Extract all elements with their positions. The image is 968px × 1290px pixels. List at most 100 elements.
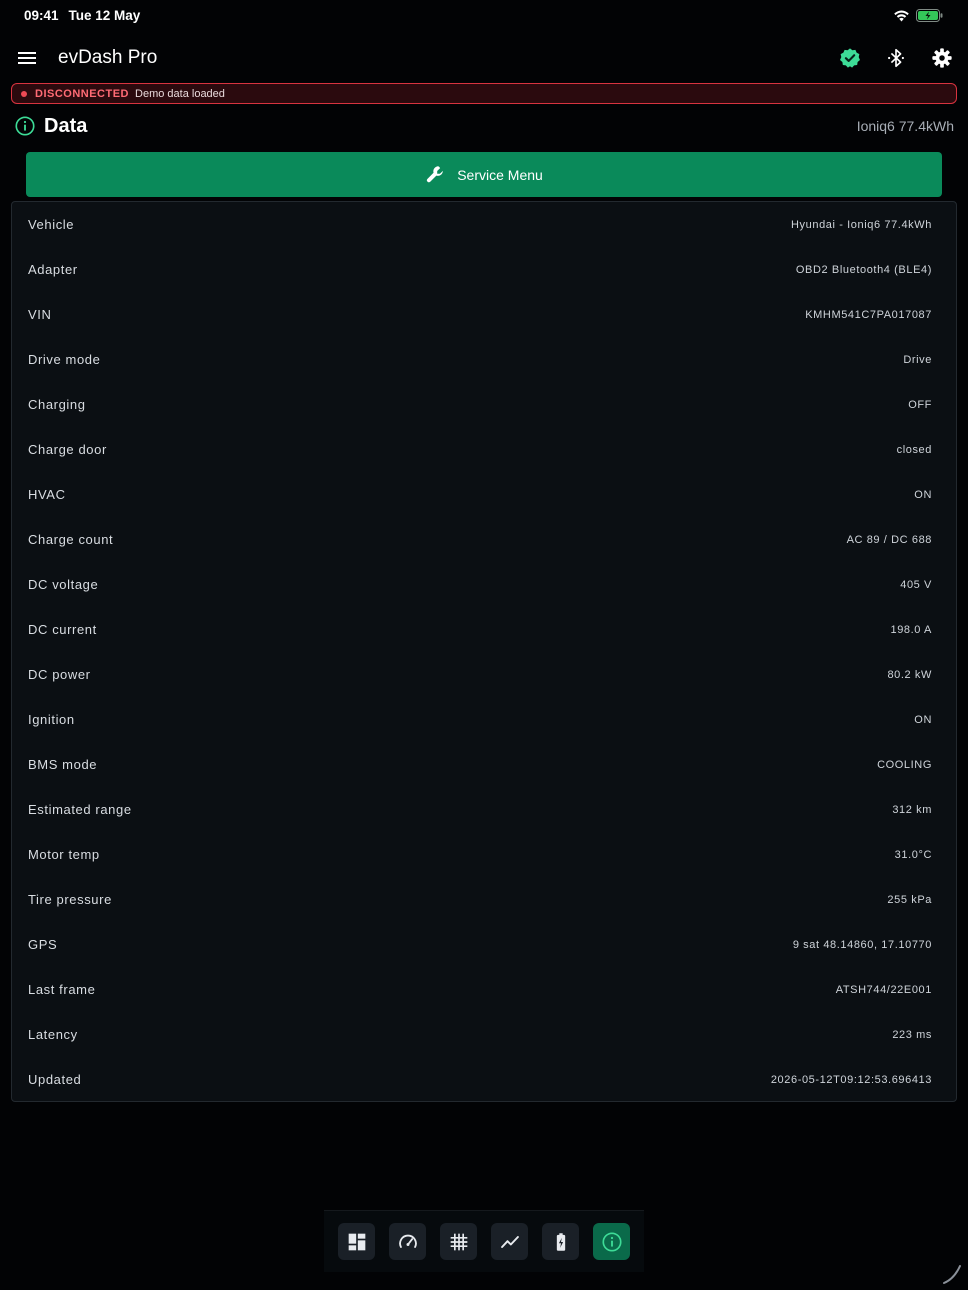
row-label: BMS mode bbox=[28, 757, 98, 772]
data-row: Last frame ATSH744/22E001 bbox=[12, 967, 956, 1012]
dashboard-icon bbox=[348, 1233, 365, 1250]
row-label: Updated bbox=[28, 1072, 82, 1087]
row-label: Last frame bbox=[28, 982, 96, 997]
row-label: Charging bbox=[28, 397, 86, 412]
data-row: Vehicle Hyundai - Ioniq6 77.4kWh bbox=[12, 202, 956, 247]
row-label: DC power bbox=[28, 667, 91, 682]
verified-badge-icon bbox=[840, 48, 860, 68]
menu-icon bbox=[18, 52, 36, 64]
speedometer-icon bbox=[398, 1234, 417, 1248]
row-label: Motor temp bbox=[28, 847, 100, 862]
status-bar: 09:41 Tue 12 May bbox=[0, 0, 968, 30]
row-value: closed bbox=[896, 443, 932, 456]
connection-banner: DISCONNECTED Demo data loaded bbox=[11, 83, 957, 104]
nav-grid[interactable] bbox=[440, 1223, 477, 1260]
data-row: Charging OFF bbox=[12, 382, 956, 427]
row-value: 312 km bbox=[892, 803, 932, 816]
nav-chart[interactable] bbox=[491, 1223, 528, 1260]
row-label: Charge count bbox=[28, 532, 114, 547]
data-row: Charge door closed bbox=[12, 427, 956, 472]
row-value: ATSH744/22E001 bbox=[835, 983, 932, 996]
row-value: 255 kPa bbox=[887, 893, 932, 906]
nav-dashboard[interactable] bbox=[338, 1223, 375, 1260]
row-value: 405 V bbox=[900, 578, 932, 591]
data-row: VIN KMHM541C7PA017087 bbox=[12, 292, 956, 337]
bluetooth-button[interactable] bbox=[884, 46, 908, 70]
data-row: DC current 198.0 A bbox=[12, 607, 956, 652]
info-icon bbox=[601, 1231, 622, 1252]
app-header: evDash Pro bbox=[0, 38, 968, 78]
section-header: Data Ioniq6 77.4kWh bbox=[14, 113, 954, 139]
status-date: Tue 12 May bbox=[68, 7, 141, 23]
data-card: Vehicle Hyundai - Ioniq6 77.4kWh Adapter OB… bbox=[11, 201, 957, 1102]
data-row: Estimated range 312 km bbox=[12, 787, 956, 832]
row-label: DC voltage bbox=[28, 577, 99, 592]
resize-handle-icon bbox=[943, 1265, 961, 1284]
row-label: GPS bbox=[28, 937, 58, 952]
data-row: Charge count AC 89 / DC 688 bbox=[12, 517, 956, 562]
row-label: Vehicle bbox=[28, 217, 75, 232]
row-value: COOLING bbox=[877, 758, 932, 771]
row-label: Adapter bbox=[28, 262, 78, 277]
vehicle-label: Ioniq6 77.4kWh bbox=[856, 118, 954, 134]
menu-button[interactable] bbox=[16, 47, 38, 69]
row-label: Estimated range bbox=[28, 802, 132, 817]
row-label: DC current bbox=[28, 622, 97, 637]
wifi-icon bbox=[894, 10, 909, 21]
settings-button[interactable] bbox=[930, 46, 954, 70]
data-row: BMS mode COOLING bbox=[12, 742, 956, 787]
page-title: Data bbox=[44, 114, 88, 137]
row-value: 2026-05-12T09:12:53.696413 bbox=[770, 1073, 932, 1086]
data-row: Latency 223 ms bbox=[12, 1012, 956, 1057]
screen: 09:41 Tue 12 May evDash Pro DISCONNECTED… bbox=[0, 0, 968, 1290]
row-value: ON bbox=[914, 488, 932, 501]
bottom-nav bbox=[324, 1210, 644, 1272]
data-row: Updated 2026-05-12T09:12:53.696413 bbox=[12, 1057, 956, 1102]
data-row: Adapter OBD2 Bluetooth4 (BLE4) bbox=[12, 247, 956, 292]
row-value: 198.0 A bbox=[890, 623, 932, 636]
row-label: Drive mode bbox=[28, 352, 101, 367]
row-value: KMHM541C7PA017087 bbox=[805, 308, 932, 321]
connection-status: DISCONNECTED bbox=[35, 87, 130, 100]
bluetooth-icon bbox=[888, 48, 904, 68]
data-row: Motor temp 31.0°C bbox=[12, 832, 956, 877]
data-row: DC voltage 405 V bbox=[12, 562, 956, 607]
row-value: 9 sat 48.14860, 17.10770 bbox=[792, 938, 932, 951]
data-row: Drive mode Drive bbox=[12, 337, 956, 382]
nav-battery[interactable] bbox=[542, 1223, 579, 1260]
row-value: Drive bbox=[903, 353, 932, 366]
row-label: Ignition bbox=[28, 712, 75, 727]
info-icon bbox=[15, 116, 35, 136]
connection-note: Demo data loaded bbox=[135, 87, 225, 100]
battery-charging-icon bbox=[556, 1232, 565, 1251]
row-value: OFF bbox=[908, 398, 932, 411]
gear-icon bbox=[932, 48, 952, 68]
row-value: AC 89 / DC 688 bbox=[846, 533, 932, 546]
row-label: HVAC bbox=[28, 487, 66, 502]
row-label: VIN bbox=[28, 307, 52, 322]
row-value: Hyundai - Ioniq6 77.4kWh bbox=[791, 218, 932, 231]
verified-button[interactable] bbox=[838, 46, 862, 70]
row-value: 80.2 kW bbox=[887, 668, 932, 681]
row-label: Tire pressure bbox=[28, 892, 112, 907]
wrench-icon bbox=[427, 165, 444, 182]
grid-icon bbox=[450, 1233, 467, 1250]
data-row: DC power 80.2 kW bbox=[12, 652, 956, 697]
data-row: Ignition ON bbox=[12, 697, 956, 742]
row-value: 223 ms bbox=[892, 1028, 932, 1041]
row-value: OBD2 Bluetooth4 (BLE4) bbox=[795, 263, 932, 276]
data-row: GPS 9 sat 48.14860, 17.10770 bbox=[12, 922, 956, 967]
data-row: Tire pressure 255 kPa bbox=[12, 877, 956, 922]
nav-gauge[interactable] bbox=[389, 1223, 426, 1260]
chart-line-icon bbox=[500, 1235, 519, 1248]
app-title: evDash Pro bbox=[58, 47, 158, 68]
row-label: Latency bbox=[28, 1027, 78, 1042]
data-row: HVAC ON bbox=[12, 472, 956, 517]
nav-info[interactable] bbox=[593, 1223, 630, 1260]
service-menu-label: Service Menu bbox=[457, 166, 543, 183]
row-label: Charge door bbox=[28, 442, 107, 457]
status-dot-icon bbox=[21, 90, 27, 97]
row-value: ON bbox=[914, 713, 932, 726]
row-value: 31.0°C bbox=[894, 848, 932, 861]
service-menu-button[interactable]: Service Menu bbox=[26, 152, 942, 197]
